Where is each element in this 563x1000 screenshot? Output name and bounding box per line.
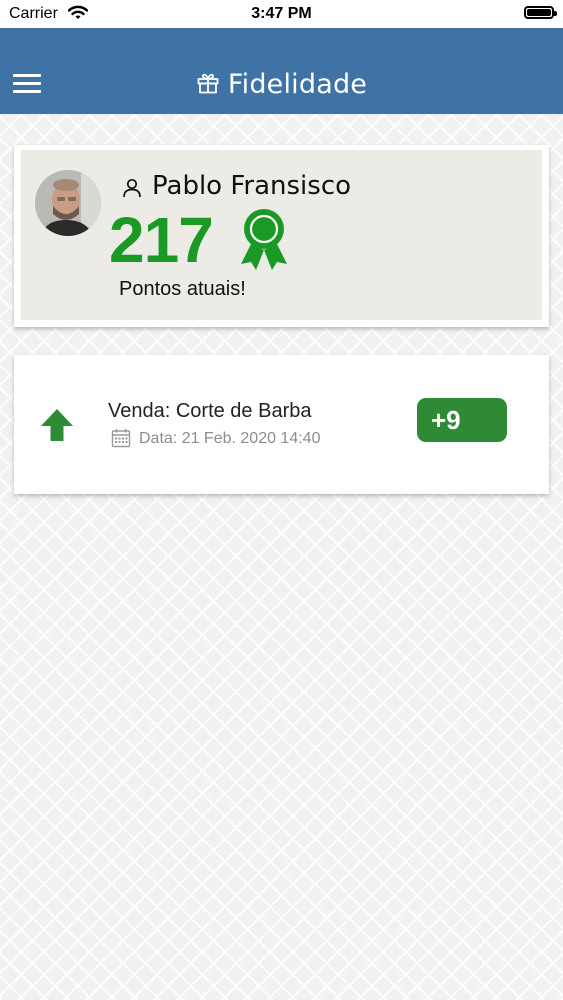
transaction-card[interactable]: Venda: Corte de Barba Data: 21 Feb. 2020… [14,355,549,494]
user-name: Pablo Fransisco [152,171,352,201]
avatar [35,170,101,236]
app-header: Fidelidade [0,28,563,114]
points-label: Pontos atuais! [119,278,246,300]
profile-card-inner: Pablo Fransisco 217 Pontos atuais! [21,150,542,320]
points-badge: +9 [417,398,507,442]
transaction-title: Venda: Corte de Barba [108,400,312,422]
header-title-group: Fidelidade [0,68,563,100]
arrow-up-icon [40,408,74,447]
battery-icon [524,6,557,19]
profile-card: Pablo Fransisco 217 Pontos atuais! [14,145,549,327]
gift-icon [196,71,220,100]
status-bar: Carrier 3:47 PM [0,0,563,28]
clock: 3:47 PM [251,5,312,22]
calendar-icon [111,428,131,453]
transaction-date: Data: 21 Feb. 2020 14:40 [139,430,321,447]
user-icon [121,177,143,204]
page-title: Fidelidade [227,68,368,100]
points-value: 217 [109,204,214,276]
award-icon [237,208,291,277]
